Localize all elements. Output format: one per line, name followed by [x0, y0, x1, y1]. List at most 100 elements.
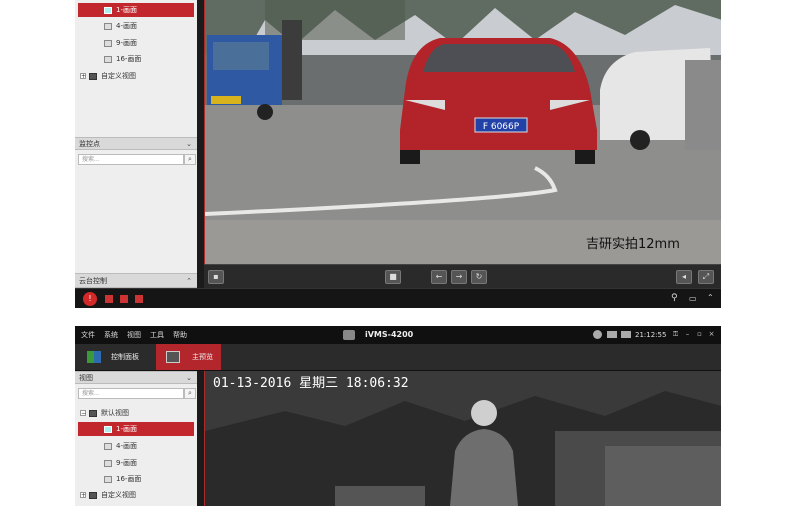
tree-item-1-screen[interactable]: 1-画面	[78, 3, 194, 17]
tree-item-label: 16-画面	[116, 55, 142, 63]
menu-file[interactable]: 文件	[81, 326, 95, 344]
tab-control-panel[interactable]: 控制面板	[75, 344, 155, 370]
search-placeholder: 搜索...	[82, 156, 100, 163]
menu-view[interactable]: 视图	[127, 326, 141, 344]
camera-scene: F 6066P 吉研实拍12mm	[205, 0, 721, 264]
expand-icon[interactable]: +	[80, 73, 86, 80]
monitor-icon	[89, 72, 97, 80]
live-video-view-night[interactable]: 01-13-2016 星期三 18:06:32	[204, 371, 721, 506]
menu-help[interactable]: 帮助	[173, 326, 187, 344]
tree-item-16-screen[interactable]: 16-画面	[104, 52, 141, 66]
search-icon[interactable]: ⌕	[184, 388, 196, 399]
camera-scene-night: 01-13-2016 星期三 18:06:32	[205, 371, 721, 506]
tree-item-1-screen[interactable]: 1-画面	[78, 422, 194, 436]
tab-bar: 控制面板 主预览	[75, 344, 721, 371]
top-app-window: 1-画面 4-画面 9-画面 16-画面 + 自定义视图 监控点 ⌄ 搜索... …	[75, 0, 721, 308]
grid-16-icon	[104, 475, 112, 483]
search-placeholder: 搜索...	[82, 390, 100, 397]
tree-item-4-screen[interactable]: 4-画面	[104, 439, 137, 453]
preview-icon	[166, 351, 180, 363]
lock-icon[interactable]: ⚿	[671, 330, 680, 339]
capture-icon[interactable]	[120, 295, 128, 303]
tree-item-16-screen[interactable]: 16-画面	[104, 472, 141, 486]
ptz-control-header[interactable]: 云台控制 ⌃	[75, 273, 197, 288]
grid-9-icon	[104, 39, 112, 47]
bottom-left-panel: 视图 ⌄ 搜索... ⌕ − 默认视图 1-画面 4-画面 9-画面 16-画面 …	[75, 371, 197, 506]
tree-item-label: 1-画面	[116, 6, 137, 14]
top-left-panel: 1-画面 4-画面 9-画面 16-画面 + 自定义视图 监控点 ⌄ 搜索... …	[75, 0, 197, 288]
cpu-icon[interactable]	[621, 331, 631, 338]
collapse-icon[interactable]: ⌃	[707, 293, 714, 302]
menu-tools[interactable]: 工具	[150, 326, 164, 344]
title-bar: 文件 系统 视图 工具 帮助 iVMS-4200 21:12:55 ⚿ – ▫ …	[75, 326, 721, 344]
collapse-icon[interactable]: −	[80, 410, 86, 417]
grid-9-icon	[104, 459, 112, 467]
clock-text: 21:12:55	[635, 331, 667, 339]
refresh-icon[interactable]: ↻	[471, 270, 487, 284]
layout-select-icon[interactable]: ▪	[208, 270, 224, 284]
tree-item-label: 4-画面	[116, 22, 137, 30]
tree-item-label: 自定义视图	[101, 72, 136, 80]
chevron-up-icon[interactable]: ⌃	[186, 274, 192, 289]
tab-label: 控制面板	[111, 353, 139, 361]
app-logo-icon	[343, 330, 355, 340]
grid-4-icon	[104, 22, 112, 30]
view-section-header[interactable]: 视图 ⌄	[75, 371, 197, 384]
tree-item-custom-view[interactable]: + 自定义视图	[80, 488, 136, 502]
tree-item-label: 16-画面	[116, 475, 142, 483]
app-title: iVMS-4200	[365, 330, 414, 339]
sound-icon[interactable]: ◂	[676, 270, 692, 284]
license-plate: F 6066P	[483, 122, 520, 132]
minimize-icon[interactable]: –	[683, 330, 692, 339]
audio-icon[interactable]	[135, 295, 143, 303]
section-title: 云台控制	[79, 277, 107, 285]
record-icon[interactable]	[105, 295, 113, 303]
chevron-down-icon[interactable]: ⌄	[186, 138, 192, 151]
tree-item-label: 1-画面	[116, 425, 137, 433]
tree-item-label: 默认视图	[101, 409, 129, 417]
view-search-input[interactable]: 搜索...	[78, 388, 184, 399]
osd-timestamp: 01-13-2016 星期三 18:06:32	[213, 376, 409, 391]
monitor-icon	[89, 491, 97, 499]
tree-item-9-screen[interactable]: 9-画面	[104, 36, 137, 50]
menu-system[interactable]: 系统	[104, 326, 118, 344]
tree-item-custom-view[interactable]: + 自定义视图	[80, 69, 136, 83]
single-view-icon	[104, 425, 112, 433]
tab-main-preview[interactable]: 主预览	[156, 344, 221, 370]
grid-16-icon	[104, 55, 112, 63]
globe-icon[interactable]	[593, 330, 602, 339]
status-bar: ! ⚲ ▭ ⌃	[75, 288, 721, 308]
pin-icon[interactable]: ⚲	[671, 293, 678, 303]
tree-item-label: 自定义视图	[101, 491, 136, 499]
expand-icon[interactable]: +	[80, 492, 86, 499]
tree-item-label: 4-画面	[116, 442, 137, 450]
live-video-view[interactable]: F 6066P 吉研实拍12mm	[204, 0, 721, 264]
tree-item-label: 9-画面	[116, 39, 137, 47]
video-toolbar: ▪ ■ ← → ↻ ◂ ⤢	[204, 264, 721, 288]
tab-label: 主预览	[192, 353, 213, 361]
grid-4-icon	[104, 442, 112, 450]
single-view-icon	[104, 6, 112, 14]
tree-item-label: 9-画面	[116, 459, 137, 467]
tree-item-default-view[interactable]: − 默认视图	[80, 406, 129, 420]
section-title: 视图	[79, 374, 93, 382]
prev-page-icon[interactable]: ←	[431, 270, 447, 284]
keyboard-icon[interactable]	[607, 331, 617, 338]
chevron-down-icon[interactable]: ⌄	[186, 372, 192, 385]
watermark-text: 吉研实拍12mm	[586, 237, 680, 252]
section-title: 监控点	[79, 140, 100, 148]
restore-icon[interactable]: ▭	[689, 294, 697, 303]
stop-icon[interactable]: ■	[385, 270, 401, 284]
search-icon[interactable]: ⌕	[184, 154, 196, 165]
bottom-app-window: 文件 系统 视图 工具 帮助 iVMS-4200 21:12:55 ⚿ – ▫ …	[75, 326, 721, 506]
maximize-icon[interactable]: ▫	[695, 330, 704, 339]
next-page-icon[interactable]: →	[451, 270, 467, 284]
alarm-icon[interactable]: !	[83, 292, 97, 306]
monitor-point-header[interactable]: 监控点 ⌄	[75, 137, 197, 150]
tree-item-4-screen[interactable]: 4-画面	[104, 19, 137, 33]
tree-item-9-screen[interactable]: 9-画面	[104, 456, 137, 470]
fullscreen-icon[interactable]: ⤢	[698, 270, 714, 284]
monitor-search-input[interactable]: 搜索...	[78, 154, 184, 165]
monitor-icon	[89, 409, 97, 417]
close-icon[interactable]: ×	[707, 330, 716, 339]
